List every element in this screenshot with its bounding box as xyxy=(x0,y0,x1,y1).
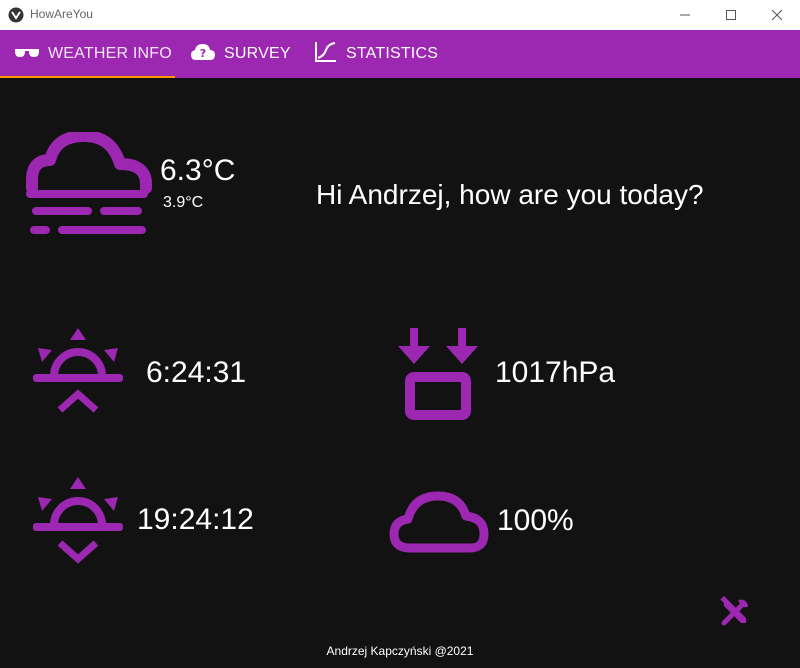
tools-icon xyxy=(720,595,748,626)
sunset-icon xyxy=(30,477,126,571)
minimize-icon xyxy=(680,14,690,16)
app-logo-icon xyxy=(8,7,24,23)
weather-fog-icon xyxy=(22,130,154,246)
cloud-outline-icon xyxy=(388,490,492,560)
cloud-question-icon: ? xyxy=(190,42,216,66)
settings-button[interactable] xyxy=(719,595,753,630)
window-title: HowAreYou xyxy=(30,7,93,21)
sunglasses-icon xyxy=(14,45,40,64)
window-title-bar: HowAreYou xyxy=(0,0,800,30)
tab-statistics[interactable]: STATISTICS xyxy=(314,30,438,78)
active-tab-indicator xyxy=(0,76,175,78)
pressure-icon xyxy=(396,328,482,428)
tab-bar: WEATHER INFO ? SURVEY STATISTICS xyxy=(0,30,800,78)
greeting-text: Hi Andrzej, how are you today? xyxy=(316,179,704,210)
minimize-button[interactable] xyxy=(662,0,708,30)
tab-weather-info[interactable]: WEATHER INFO xyxy=(14,30,172,78)
tab-statistics-label: STATISTICS xyxy=(346,45,439,62)
tab-weather-info-label: WEATHER INFO xyxy=(48,45,172,62)
sunrise-icon xyxy=(30,328,126,422)
maximize-button[interactable] xyxy=(708,0,754,30)
tab-survey-label: SURVEY xyxy=(224,45,291,62)
feels-like-temperature: 3.9°C xyxy=(163,194,204,211)
maximize-icon xyxy=(726,10,736,20)
close-button[interactable] xyxy=(754,0,800,30)
temperature-value: 6.3°C xyxy=(160,154,236,187)
sunset-time: 19:24:12 xyxy=(137,503,254,536)
footer-credit: Andrzej Kapczyński @2021 xyxy=(326,644,474,658)
chart-line-icon xyxy=(314,41,338,67)
svg-text:?: ? xyxy=(200,47,206,60)
cloudiness-value: 100% xyxy=(497,504,574,537)
close-icon xyxy=(771,9,783,21)
tab-survey[interactable]: ? SURVEY xyxy=(190,30,291,78)
pressure-value: 1017hPa xyxy=(495,356,616,389)
sunrise-time: 6:24:31 xyxy=(146,356,247,389)
